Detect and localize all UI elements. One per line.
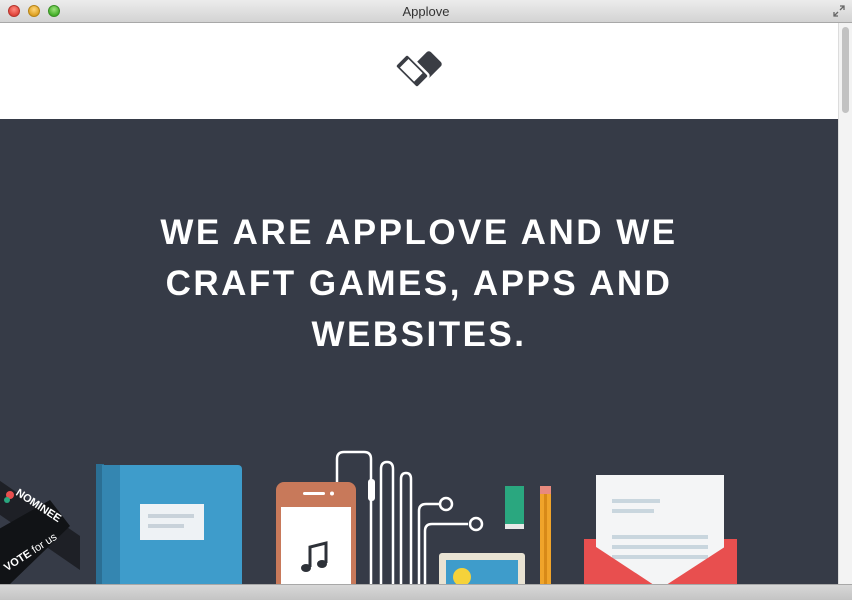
fullscreen-icon[interactable] <box>832 4 846 18</box>
vertical-scrollbar[interactable] <box>838 23 852 584</box>
photo-frame-icon <box>439 553 525 584</box>
window-titlebar: Applove <box>0 0 852 23</box>
eraser-icon <box>505 486 524 529</box>
envelope-icon <box>584 475 737 584</box>
phone-music-icon <box>276 482 356 584</box>
window-title: Applove <box>402 4 450 19</box>
window-bottom-bar <box>0 584 852 600</box>
pencil-icon <box>540 486 551 584</box>
site-header <box>0 23 838 119</box>
book-icon <box>96 464 242 584</box>
hero-illustration <box>96 450 737 584</box>
hero-section: WE ARE APPLOVE AND WE CRAFT GAMES, APPS … <box>0 119 838 584</box>
web-page: WE ARE APPLOVE AND WE CRAFT GAMES, APPS … <box>0 23 838 584</box>
scrollbar-thumb[interactable] <box>842 27 849 113</box>
applove-devices-logo-icon[interactable] <box>392 47 444 91</box>
